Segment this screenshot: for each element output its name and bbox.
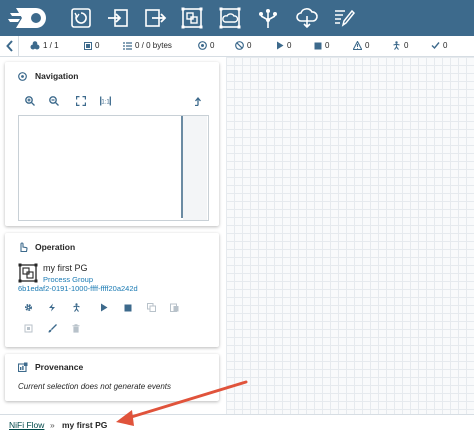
processor-icon[interactable] xyxy=(69,6,93,30)
graph-controls: Navigation 1:1 Operation my first PG Pro… xyxy=(0,57,226,414)
up-to-date-count: 0 xyxy=(443,41,448,50)
group-icon[interactable] xyxy=(24,324,33,333)
zoom-out-icon[interactable] xyxy=(49,96,59,106)
running-icon xyxy=(277,41,284,50)
birdseye-view[interactable] xyxy=(18,115,209,221)
actual-size-icon[interactable]: 1:1 xyxy=(100,96,111,106)
template-icon[interactable] xyxy=(295,6,319,30)
status-stopped: 0 xyxy=(314,41,329,50)
provenance-message: Current selection does not generate even… xyxy=(18,382,171,391)
birdseye-viewport[interactable] xyxy=(19,116,183,218)
gear-icon[interactable] xyxy=(24,303,33,312)
component-type: Process Group xyxy=(43,275,94,284)
operation-panel: Operation my first PG Process Group 6b1e… xyxy=(5,233,219,347)
output-port-icon[interactable] xyxy=(143,6,167,30)
disabled-icon xyxy=(393,41,400,50)
compass-icon xyxy=(18,72,27,81)
breadcrumb-root-link[interactable]: NiFi Flow xyxy=(9,420,44,430)
collapse-panel-icon[interactable] xyxy=(194,96,202,106)
status-process-groups: 1 / 1 xyxy=(30,41,59,50)
warning-icon xyxy=(353,41,362,50)
birdseye-scroll-area xyxy=(183,116,207,220)
trash-icon[interactable] xyxy=(72,324,80,333)
provenance-icon xyxy=(18,362,28,372)
queue-icon xyxy=(84,41,92,50)
svg-text:1:1: 1:1 xyxy=(101,100,110,106)
checkmark-icon xyxy=(431,42,440,50)
status-invalid: 0 xyxy=(353,41,369,50)
transmitting-icon xyxy=(198,41,207,50)
not-transmitting-count: 0 xyxy=(247,41,252,50)
hand-pointer-icon xyxy=(20,242,28,252)
funnel-icon[interactable] xyxy=(256,6,280,30)
fit-screen-icon[interactable] xyxy=(76,96,86,106)
list-icon xyxy=(123,41,132,50)
breadcrumb-current: my first PG xyxy=(62,420,108,430)
queued-size: 0 / 0 bytes xyxy=(135,41,172,50)
process-groups-count: 1 / 1 xyxy=(43,41,59,50)
running-count: 0 xyxy=(287,41,292,50)
breadcrumb: NiFi Flow » my first PG xyxy=(0,414,474,435)
transmitting-count: 0 xyxy=(210,41,215,50)
status-queued-count: 0 xyxy=(84,41,99,50)
collapse-chevron-icon[interactable] xyxy=(6,40,14,52)
status-queued-size: 0 / 0 bytes xyxy=(123,41,172,50)
brush-icon[interactable] xyxy=(48,324,57,333)
cluster-icon xyxy=(30,41,40,50)
copy-icon[interactable] xyxy=(147,303,156,312)
queued-count: 0 xyxy=(95,41,100,50)
zoom-in-icon[interactable] xyxy=(25,96,35,106)
status-transmitting: 0 xyxy=(198,41,214,50)
start-icon[interactable] xyxy=(100,303,108,312)
nifi-logo[interactable] xyxy=(6,3,48,33)
breadcrumb-separator: » xyxy=(50,420,55,430)
stop-icon[interactable] xyxy=(124,304,132,312)
label-icon[interactable] xyxy=(332,6,356,30)
navigation-title: Navigation xyxy=(35,71,79,81)
component-name: my first PG xyxy=(43,263,88,273)
enable-bolt-icon[interactable] xyxy=(48,303,56,312)
remote-process-group-icon[interactable] xyxy=(218,6,242,30)
component-id: 6b1edaf2-0191-1000-ffff-ffff20a242d xyxy=(18,284,138,293)
operation-title: Operation xyxy=(35,242,76,252)
status-up-to-date: 0 xyxy=(431,41,447,50)
disable-icon[interactable] xyxy=(72,303,81,312)
provenance-title: Provenance xyxy=(35,362,84,372)
invalid-count: 0 xyxy=(365,41,370,50)
paste-icon[interactable] xyxy=(170,303,179,312)
process-group-icon xyxy=(18,263,38,283)
stopped-icon xyxy=(314,42,322,49)
not-transmitting-icon xyxy=(235,41,244,50)
status-not-transmitting: 0 xyxy=(235,41,251,50)
process-group-icon[interactable] xyxy=(180,6,204,30)
input-port-icon[interactable] xyxy=(106,6,130,30)
status-disabled: 0 xyxy=(392,41,408,50)
flow-status-bar: 1 / 1 0 0 / 0 bytes 0 0 0 0 0 0 0 xyxy=(0,36,474,57)
global-toolbar xyxy=(0,0,474,36)
disabled-count: 0 xyxy=(404,41,409,50)
navigation-panel: Navigation 1:1 xyxy=(5,62,219,226)
stopped-count: 0 xyxy=(325,41,330,50)
status-running: 0 xyxy=(276,41,291,50)
flow-canvas[interactable] xyxy=(226,57,474,414)
provenance-panel: Provenance Current selection does not ge… xyxy=(5,354,219,401)
